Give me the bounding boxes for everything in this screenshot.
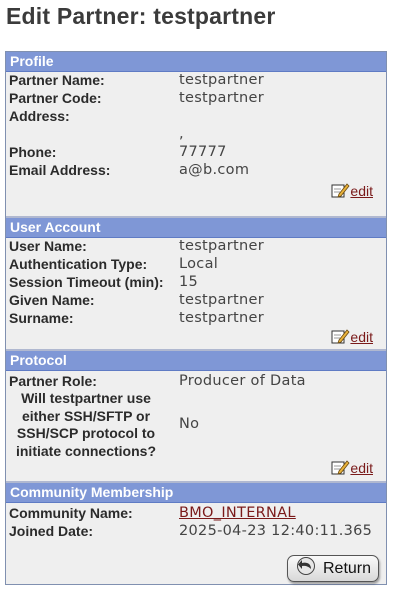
phone-value: 77777: [179, 144, 227, 160]
address-label: Address:: [9, 108, 70, 124]
ssh-question-label: Will testpartner use either SSH/SFTP or …: [15, 390, 156, 459]
user-name-value: testpartner: [179, 238, 264, 254]
ssh-value: No: [179, 416, 200, 432]
auth-type-value: Local: [179, 256, 219, 272]
session-timeout-value: 15: [179, 274, 199, 290]
profile-edit-control[interactable]: edit: [331, 182, 373, 199]
given-name-value: testpartner: [179, 292, 264, 308]
user-account-section: User Name: testpartner Authentication Ty…: [6, 238, 386, 349]
protocol-header: Protocol: [6, 351, 386, 371]
partner-details-panel: Profile Partner Name: testpartner Partne…: [5, 51, 387, 585]
email-label: Email Address:: [9, 162, 111, 178]
profile-section: Partner Name: testpartner Partner Code: …: [6, 72, 386, 216]
partner-role-label: Partner Role:: [9, 373, 97, 389]
profile-header: Profile: [6, 52, 386, 72]
page-title: Edit Partner: testpartner: [6, 3, 276, 29]
surname-label: Surname:: [9, 310, 74, 326]
return-arrow-icon: [295, 557, 317, 580]
community-header: Community Membership: [6, 483, 386, 503]
partner-name-label: Partner Name:: [9, 72, 105, 88]
edit-pencil-icon[interactable]: [331, 459, 350, 476]
return-button[interactable]: Return: [287, 555, 379, 582]
surname-value: testpartner: [179, 310, 264, 326]
edit-pencil-icon[interactable]: [331, 328, 350, 345]
joined-date-value: 2025-04-23 12:40:11.365: [179, 523, 373, 539]
protocol-edit-link[interactable]: edit: [350, 460, 373, 476]
user-name-label: User Name:: [9, 238, 87, 254]
auth-type-label: Authentication Type:: [9, 256, 148, 272]
partner-code-label: Partner Code:: [9, 90, 102, 106]
community-name-link[interactable]: BMO_INTERNAL: [179, 505, 296, 522]
session-timeout-label: Session Timeout (min):: [9, 274, 164, 290]
address-value: ,: [179, 126, 184, 142]
user-account-header: User Account: [6, 218, 386, 238]
user-account-edit-control[interactable]: edit: [331, 328, 373, 345]
given-name-label: Given Name:: [9, 292, 95, 308]
phone-label: Phone:: [9, 144, 57, 160]
profile-edit-link[interactable]: edit: [350, 183, 373, 199]
email-value: a@b.com: [179, 162, 250, 178]
return-button-label: Return: [322, 559, 372, 577]
protocol-edit-control[interactable]: edit: [331, 459, 373, 476]
protocol-section: Partner Role: Producer of Data Will test…: [6, 371, 386, 481]
partner-role-value: Producer of Data: [179, 373, 306, 389]
joined-date-label: Joined Date:: [9, 523, 94, 539]
edit-pencil-icon[interactable]: [331, 182, 350, 199]
community-name-label: Community Name:: [9, 505, 133, 521]
user-account-edit-link[interactable]: edit: [350, 329, 373, 345]
partner-code-value: testpartner: [179, 90, 264, 106]
partner-name-value: testpartner: [179, 72, 264, 88]
